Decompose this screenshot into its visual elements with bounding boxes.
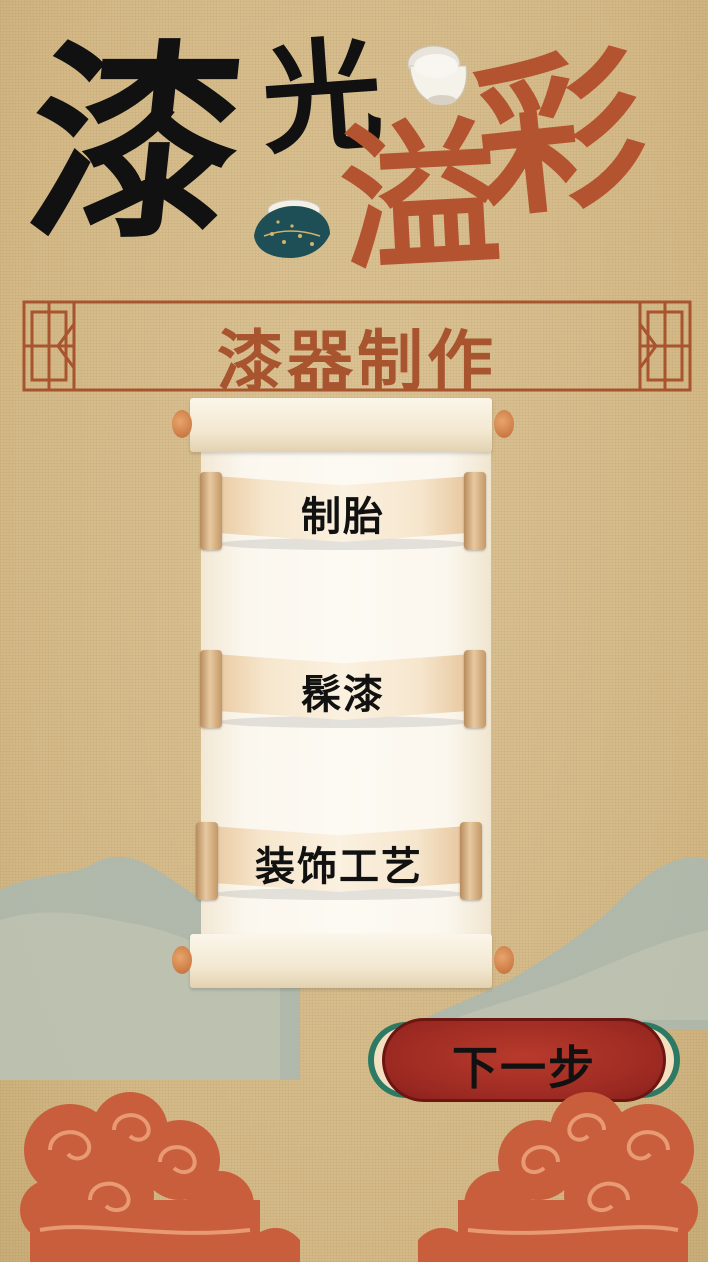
scroll-knob-bottom-left	[172, 946, 192, 974]
menu-item-label: 髹漆	[301, 672, 385, 718]
cloud-left-decoration	[20, 1092, 300, 1262]
scroll-knob-bottom-right	[494, 946, 514, 974]
white-cup-image	[407, 45, 467, 105]
menu-item-zhuangshi[interactable]: 装饰工艺	[196, 822, 482, 902]
section-banner: 漆器制作	[22, 298, 692, 400]
title-char-qi: 漆	[17, 21, 254, 268]
next-step-label: 下一步	[452, 1041, 596, 1095]
banner-title: 漆器制作	[217, 322, 497, 400]
scroll-rod-bottom	[190, 934, 492, 988]
scroll-rod-top	[190, 398, 492, 452]
scroll-knob-top-right	[494, 410, 514, 438]
menu-item-label: 装饰工艺	[255, 844, 423, 890]
menu-item-xiuqi[interactable]: 髹漆	[200, 650, 486, 730]
title-char-cai: 彩	[465, 26, 656, 244]
teal-bowl-image	[254, 199, 330, 258]
cloud-right-decoration	[418, 1092, 698, 1262]
menu-item-label: 制胎	[301, 494, 385, 540]
menu-item-zhitai[interactable]: 制胎	[200, 472, 486, 552]
scroll-knob-top-left	[172, 410, 192, 438]
